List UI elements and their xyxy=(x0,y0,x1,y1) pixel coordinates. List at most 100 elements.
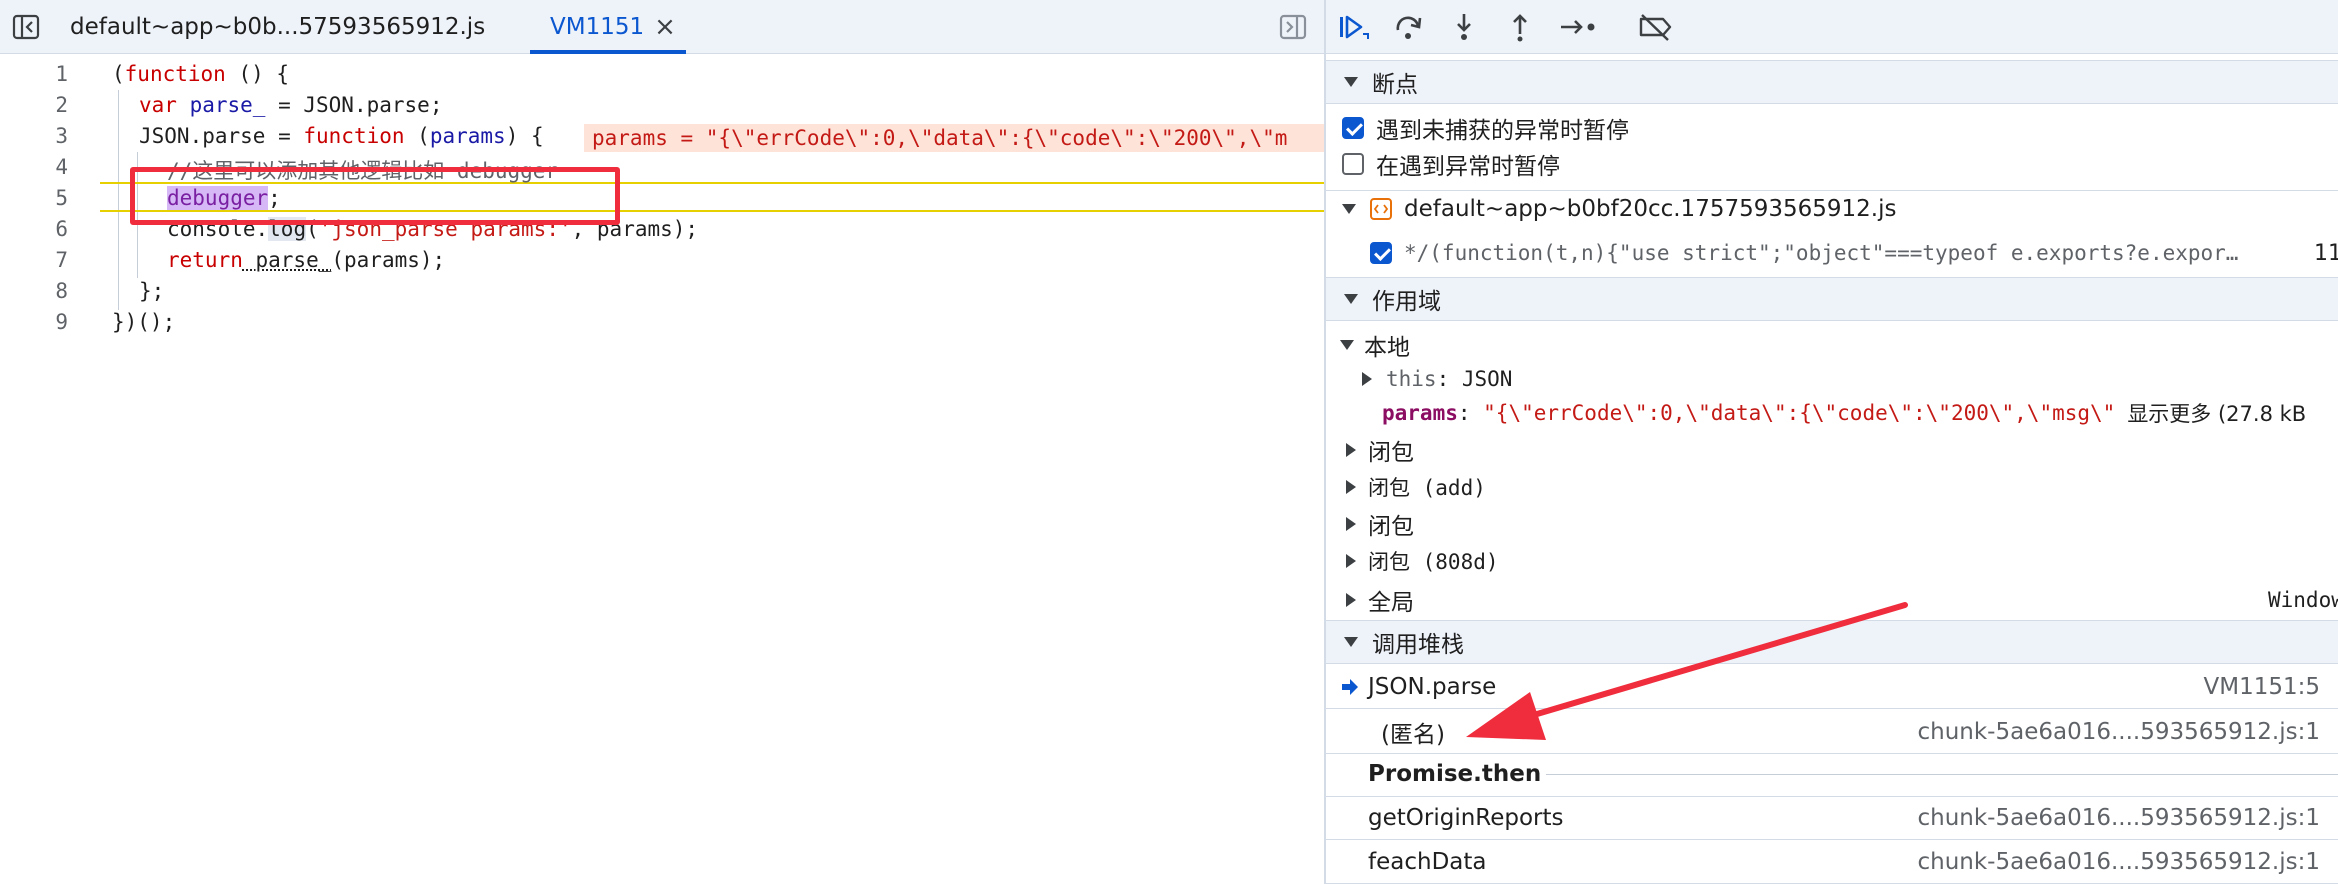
line-number[interactable]: 8 xyxy=(0,279,68,303)
close-icon[interactable]: × xyxy=(654,12,676,42)
breakpoint-line: 11 xyxy=(2314,240,2338,266)
checkbox-label: 遇到未捕获的异常时暂停 xyxy=(1376,118,1629,144)
chevron-down-icon xyxy=(1344,637,1358,647)
scope-closure-row[interactable]: 闭包 (808d) xyxy=(1326,543,2338,579)
code-line-9: })(); xyxy=(112,310,176,334)
code-line-2: var parse_ = JSON.parse; xyxy=(139,93,443,117)
scope-closure-row[interactable]: 闭包 xyxy=(1326,506,2338,542)
breakpoint-file-name: default~app~b0bf20cc.1757593565912.js xyxy=(1404,195,1897,222)
closure-label: 闭包 (add) xyxy=(1368,476,1486,500)
editor-tab-bar: default~app~b0b...57593565912.js VM1151 … xyxy=(0,0,1324,54)
chevron-down-icon xyxy=(1344,294,1358,304)
breakpoints-section-header[interactable]: 断点 xyxy=(1326,60,2338,104)
inline-variable-value: params = "{\"errCode\":0,\"data\":{\"cod… xyxy=(584,124,1324,152)
tab-label: VM1151 xyxy=(550,14,645,40)
frame-name: (匿名) xyxy=(1381,721,1445,748)
closure-label: 闭包 xyxy=(1368,440,1414,466)
section-title: 作用域 xyxy=(1372,289,1441,315)
colon: : xyxy=(1436,367,1462,391)
code-line-7: return parse_(params); xyxy=(167,248,446,272)
step-icon[interactable] xyxy=(1558,10,1600,44)
scope-closure-row[interactable]: 闭包 (add) xyxy=(1326,469,2338,505)
scope-this-row[interactable]: this : JSON xyxy=(1326,362,2338,396)
chevron-down-icon xyxy=(1344,77,1358,87)
global-label: 全局 xyxy=(1368,590,1414,616)
property-value: JSON xyxy=(1461,367,1513,391)
frame-name: feachData xyxy=(1368,848,1487,875)
scope-closure-row[interactable]: 闭包 xyxy=(1326,432,2338,468)
property-value: "{\"errCode\":0,\"data\":{\"code\":\"200… xyxy=(1483,401,2116,425)
chevron-right-icon xyxy=(1346,443,1356,457)
closure-label: 闭包 (808d) xyxy=(1368,550,1499,574)
line-number[interactable]: 3 xyxy=(0,124,68,148)
breakpoint-checkbox[interactable] xyxy=(1370,242,1392,264)
chevron-down-icon xyxy=(1342,203,1356,214)
toggle-debugger-icon[interactable] xyxy=(1279,13,1307,41)
toggle-navigator-icon[interactable] xyxy=(12,13,40,41)
closure-label: 闭包 xyxy=(1368,514,1414,540)
pause-uncaught-checkbox[interactable] xyxy=(1342,117,1364,139)
pause-caught-checkbox[interactable] xyxy=(1342,153,1364,175)
scope-local-label: 本地 xyxy=(1364,335,1410,361)
step-into-icon[interactable] xyxy=(1446,10,1482,44)
section-title: 调用堆栈 xyxy=(1372,632,1464,658)
line-number[interactable]: 4 xyxy=(0,155,68,179)
debugger-sidebar: 断点 遇到未捕获的异常时暂停 在遇到异常时暂停 default~app~b0bf… xyxy=(1324,0,2338,884)
breakpoint-code: */(function(t,n){"use strict";"object"==… xyxy=(1404,241,2239,265)
frame-location[interactable]: chunk-5ae6a016....593565912.js:1 xyxy=(1917,719,2320,745)
property-key: params xyxy=(1382,401,1458,425)
breakpoint-file-row[interactable]: default~app~b0bf20cc.1757593565912.js xyxy=(1326,190,2338,226)
line-number[interactable]: 2 xyxy=(0,93,68,117)
annotation-highlight-box xyxy=(130,167,620,225)
chevron-right-icon xyxy=(1346,554,1356,568)
property-key: this xyxy=(1386,367,1437,391)
show-more-link[interactable]: 显示更多 (27.8 kB xyxy=(2127,398,2306,428)
scope-global-row[interactable]: 全局 Window xyxy=(1326,582,2338,618)
checkbox-label: 在遇到异常时暂停 xyxy=(1376,154,1560,180)
source-editor-panel: default~app~b0b...57593565912.js VM1151 … xyxy=(0,0,1324,884)
callstack-section-header[interactable]: 调用堆栈 xyxy=(1326,620,2338,664)
current-frame-arrow-icon xyxy=(1340,677,1360,697)
scope-section-header[interactable]: 作用域 xyxy=(1326,277,2338,321)
frame-name: JSON.parse xyxy=(1368,673,1497,700)
line-number[interactable]: 5 xyxy=(0,186,68,210)
active-tab-indicator xyxy=(530,50,686,54)
frame-location[interactable]: chunk-5ae6a016....593565912.js:1 xyxy=(1917,849,2320,875)
section-title: 断点 xyxy=(1372,72,1418,98)
colon: : xyxy=(1457,401,1484,425)
chevron-right-icon xyxy=(1346,480,1356,494)
call-frame[interactable]: getOriginReports chunk-5ae6a016....59356… xyxy=(1326,796,2338,840)
line-number[interactable]: 9 xyxy=(0,310,68,334)
frame-location[interactable]: VM1151:5 xyxy=(2204,674,2321,700)
resume-icon[interactable] xyxy=(1336,10,1372,44)
breakpoint-item[interactable]: */(function(t,n){"use strict";"object"==… xyxy=(1326,236,2338,270)
divider xyxy=(1546,774,2338,775)
frame-location[interactable]: chunk-5ae6a016....593565912.js:1 xyxy=(1917,805,2320,831)
line-number[interactable]: 6 xyxy=(0,217,68,241)
tab-default-app-js[interactable]: default~app~b0b...57593565912.js xyxy=(70,0,485,54)
global-value: Window xyxy=(2268,588,2338,612)
tab-label: default~app~b0b...57593565912.js xyxy=(70,14,486,40)
frame-name: getOriginReports xyxy=(1368,805,1564,831)
deactivate-breakpoints-icon[interactable] xyxy=(1636,10,1676,44)
debugger-toolbar xyxy=(1326,0,2338,54)
async-label: Promise.then xyxy=(1368,761,1542,787)
code-line-1: (function () { xyxy=(112,62,290,86)
pause-caught-row[interactable]: 在遇到异常时暂停 xyxy=(1326,148,2338,180)
step-over-icon[interactable] xyxy=(1391,10,1427,44)
tab-vm1151[interactable]: VM1151 × xyxy=(530,0,686,54)
chevron-right-icon xyxy=(1346,517,1356,531)
async-boundary: Promise.then xyxy=(1326,754,2338,794)
scope-params-row[interactable]: params : "{\"errCode\":0,\"data\":{\"cod… xyxy=(1326,396,2338,430)
code-line-8: }; xyxy=(139,279,165,303)
chevron-right-icon xyxy=(1346,593,1356,607)
call-frame[interactable]: feachData chunk-5ae6a016....593565912.js… xyxy=(1326,840,2338,884)
line-number[interactable]: 1 xyxy=(0,62,68,86)
scope-local-row[interactable]: 本地 xyxy=(1326,328,2338,362)
code-line-3: JSON.parse = function (params) { xyxy=(139,124,544,148)
call-frame-current[interactable]: JSON.parse VM1151:5 xyxy=(1326,665,2338,709)
step-out-icon[interactable] xyxy=(1502,10,1538,44)
call-frame[interactable]: (匿名) chunk-5ae6a016....593565912.js:1 xyxy=(1326,710,2338,754)
line-number[interactable]: 7 xyxy=(0,248,68,272)
pause-uncaught-row[interactable]: 遇到未捕获的异常时暂停 xyxy=(1326,112,2338,144)
